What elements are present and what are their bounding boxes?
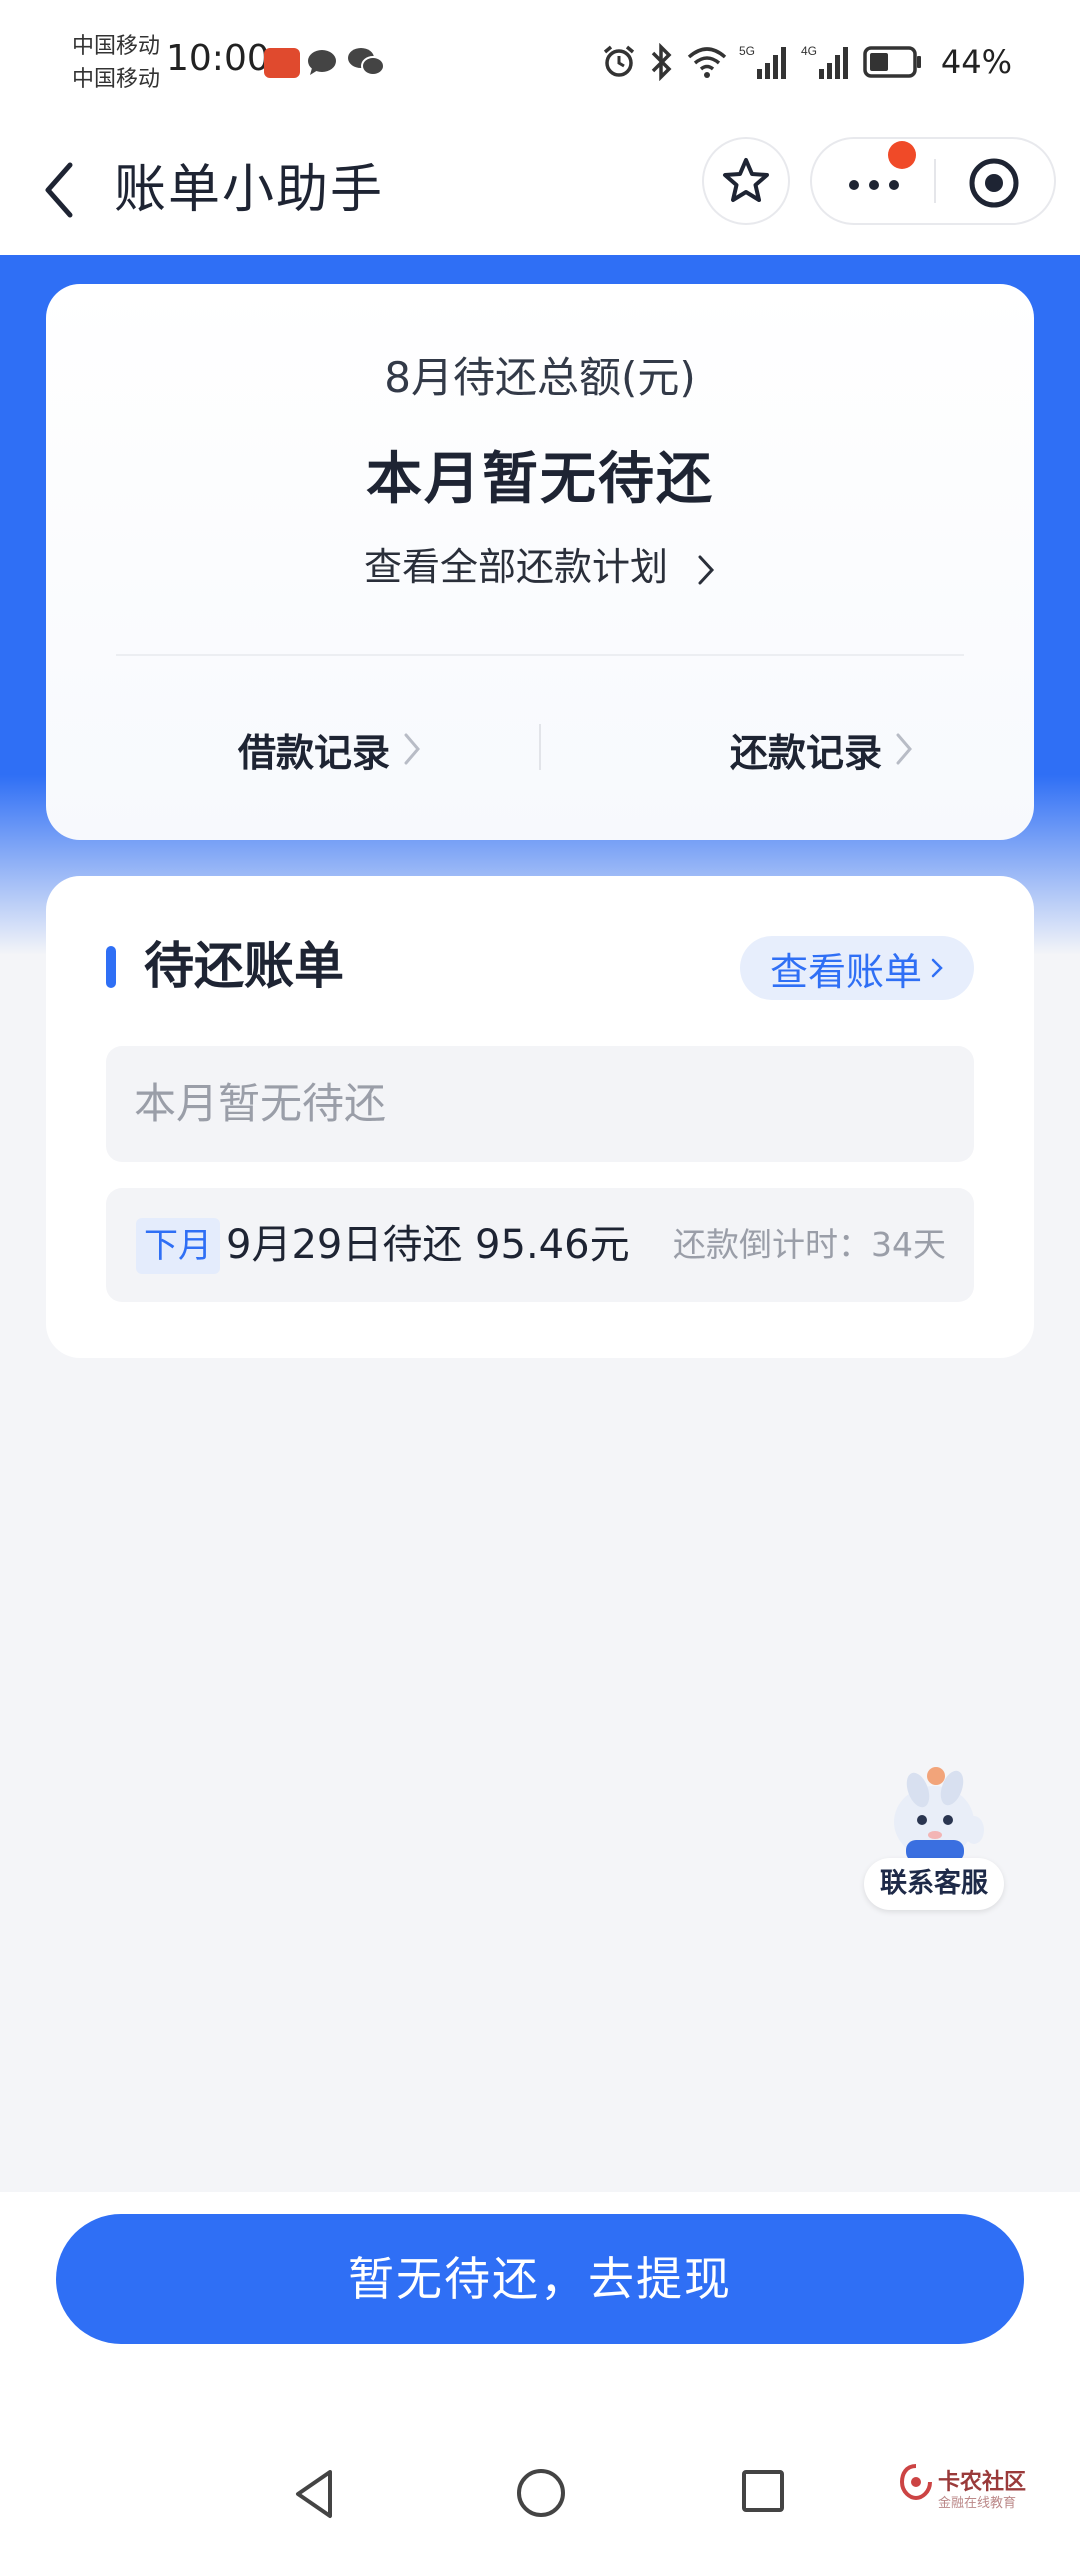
customer-service-label: 联系客服 [864,1858,1004,1910]
message-icon [308,50,336,75]
total-due-value: 本月暂无待还 [366,447,714,512]
svg-text:4G: 4G [801,44,817,58]
favorite-button[interactable] [702,137,790,225]
mini-program-capsule [810,137,1056,225]
bottom-action-bar: 暂无待还，去提现 [0,2192,1080,2432]
battery-percent: 44% [940,43,1012,81]
view-all-plans-link[interactable]: 查看全部还款计划 [46,536,1034,591]
back-arrow-icon[interactable] [36,155,80,225]
svg-text:5G: 5G [739,44,755,58]
section-accent-bar [106,946,116,988]
chevron-right-icon [931,958,943,978]
carrier-2: 中国移动 [72,67,161,92]
close-target-icon[interactable] [968,157,1020,209]
status-icons: 5G 4G 44% [601,40,1012,84]
withdraw-button[interactable]: 暂无待还，去提现 [56,2214,1024,2344]
alarm-icon [603,45,634,77]
watermark-icon [899,2464,932,2501]
view-bill-button[interactable]: 查看账单 [740,936,974,1000]
repayment-records-button[interactable]: 还款记录 [672,704,972,794]
next-month-tag: 下月 [136,1218,220,1274]
battery-icon [863,46,921,78]
signal-4g-icon: 4G [801,44,848,79]
current-month-empty-text: 本月暂无待还 [134,1079,387,1128]
wifi-icon [687,47,727,78]
pending-bills-card: 待还账单 查看账单 本月暂无待还 下月 9月29日待还 95.46元 还款倒计时… [46,876,1034,1358]
page-title: 账单小助手 [114,160,385,220]
view-bill-label: 查看账单 [769,949,922,994]
system-home-icon[interactable] [514,2466,568,2520]
view-all-plans-label: 查看全部还款计划 [363,545,668,589]
next-month-due-row: 下月 9月29日待还 95.46元 还款倒计时：34天 [106,1188,974,1302]
chevron-right-icon [698,555,715,584]
system-recents-icon[interactable] [740,2468,786,2514]
customer-service-button[interactable]: 联系客服 [856,1760,1008,1910]
current-month-empty-row: 本月暂无待还 [106,1046,974,1162]
repayment-countdown: 还款倒计时：34天 [673,1225,946,1264]
chevron-right-icon [404,733,420,765]
total-due-label: 8月待还总额(元) [384,353,696,402]
system-back-icon[interactable] [290,2466,340,2522]
status-bar: 中国移动 中国移动 10:00 5G 4G 44% [0,0,1080,125]
pending-bills-title: 待还账单 [144,937,344,995]
notification-dot [888,141,916,169]
wechat-icon [348,48,385,76]
app-notification-icon [264,48,300,78]
borrow-records-button[interactable]: 借款记录 [180,704,480,794]
repayment-summary-card: 8月待还总额(元) 本月暂无待还 查看全部还款计划 借款记录 还款记录 [46,284,1034,840]
chevron-right-icon [896,733,912,765]
nav-bar: 账单小助手 [0,125,1080,255]
watermark-subtitle: 金融在线教育 [938,2496,1017,2511]
next-month-due-text: 9月29日待还 95.46元 [226,1222,630,1268]
status-time: 10:00 [166,38,270,79]
repayment-records-label: 还款记录 [729,730,882,775]
star-icon [723,158,769,202]
card-divider [116,654,964,656]
signal-5g-icon: 5G [739,44,786,79]
watermark-logo: 卡农社区 金融在线教育 [898,2452,1028,2532]
records-separator [539,724,541,770]
bluetooth-icon [651,43,672,81]
borrow-records-label: 借款记录 [237,730,390,775]
carrier-1: 中国移动 [72,34,161,59]
system-navigation-bar: 卡农社区 金融在线教育 [0,2432,1080,2560]
capsule-divider [934,159,936,203]
more-dots-icon[interactable] [846,167,906,197]
carrier-info: 中国移动 中国移动 [72,30,160,96]
mascot-avatar-icon [894,1767,984,1862]
